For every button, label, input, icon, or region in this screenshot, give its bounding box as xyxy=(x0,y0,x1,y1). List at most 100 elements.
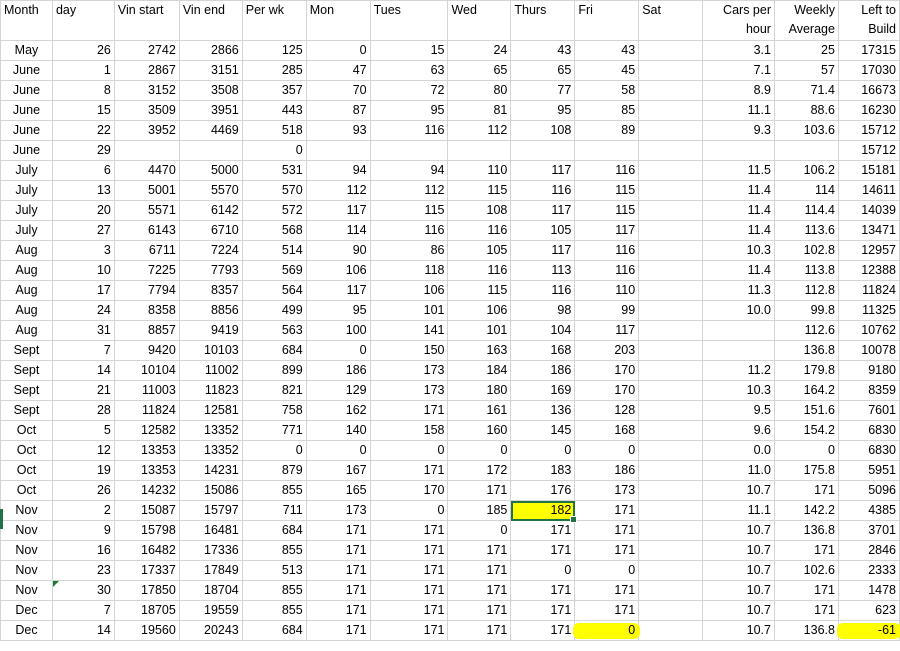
cell-day[interactable]: 23 xyxy=(51,560,115,581)
cell-tues[interactable]: 173 xyxy=(369,380,449,401)
fill-handle[interactable] xyxy=(570,516,578,523)
cell-month[interactable]: June xyxy=(0,140,53,161)
cell-vin-start[interactable]: 19560 xyxy=(113,620,180,641)
cell-cars-per-hour[interactable]: 10.7 xyxy=(702,580,775,601)
cell-month[interactable]: Aug xyxy=(0,260,53,281)
cell-wed[interactable]: 171 xyxy=(447,580,512,601)
cell-mon[interactable]: 165 xyxy=(305,480,371,501)
cell-vin-start[interactable]: 9420 xyxy=(113,340,180,361)
cell-thurs[interactable]: 117 xyxy=(510,200,576,221)
cell-mon[interactable]: 117 xyxy=(305,280,371,301)
cell-weekly-average[interactable]: 154.2 xyxy=(773,420,839,441)
cell-weekly-average[interactable]: 71.4 xyxy=(773,80,839,101)
cell-vin-end[interactable]: 7224 xyxy=(178,240,243,261)
cell-day[interactable]: 2 xyxy=(51,500,115,521)
cell-sat[interactable] xyxy=(638,60,704,81)
cell-thurs[interactable]: 171 xyxy=(510,580,576,601)
cell-cars-per-hour[interactable]: 9.3 xyxy=(702,120,775,141)
cell-mon[interactable]: 47 xyxy=(305,60,371,81)
cell-cars-per-hour[interactable]: 11.4 xyxy=(702,200,775,221)
cell-sat[interactable] xyxy=(638,220,704,241)
cell-cars-per-hour[interactable]: 11.4 xyxy=(702,260,775,281)
cell-month[interactable]: Nov xyxy=(0,560,53,581)
cell-per-wk[interactable]: 0 xyxy=(241,140,307,161)
cell-vin-start[interactable]: 4470 xyxy=(113,160,180,181)
cell-fri[interactable]: 45 xyxy=(574,60,640,81)
cell-vin-end[interactable]: 4469 xyxy=(178,120,243,141)
cell-thurs[interactable]: 108 xyxy=(510,120,576,141)
cell-sat[interactable] xyxy=(638,80,704,101)
cell-sat[interactable] xyxy=(638,420,704,441)
cell-tues[interactable]: 0 xyxy=(369,500,449,521)
cell-per-wk[interactable]: 568 xyxy=(241,220,307,241)
cell-day[interactable]: 6 xyxy=(51,160,115,181)
cell-month[interactable]: Nov xyxy=(0,540,53,561)
cell-cars-per-hour[interactable]: 10.7 xyxy=(702,560,775,581)
header-cell-vin-start[interactable]: Vin start xyxy=(113,0,180,41)
cell-vin-start[interactable]: 5001 xyxy=(113,180,180,201)
cell-sat[interactable] xyxy=(638,360,704,381)
cell-per-wk[interactable]: 855 xyxy=(241,580,307,601)
cell-tues[interactable]: 116 xyxy=(369,220,449,241)
cell-wed[interactable]: 115 xyxy=(447,280,512,301)
cell-vin-start[interactable]: 13353 xyxy=(113,460,180,481)
cell-left-to-build[interactable]: 11824 xyxy=(837,280,900,301)
cell-vin-end[interactable]: 15797 xyxy=(178,500,243,521)
cell-weekly-average[interactable]: 171 xyxy=(773,580,839,601)
cell-sat[interactable] xyxy=(638,240,704,261)
cell-per-wk[interactable]: 711 xyxy=(241,500,307,521)
cell-tues[interactable]: 171 xyxy=(369,460,449,481)
cell-vin-start[interactable]: 16482 xyxy=(113,540,180,561)
cell-per-wk[interactable]: 514 xyxy=(241,240,307,261)
cell-per-wk[interactable]: 0 xyxy=(241,440,307,461)
cell-weekly-average[interactable]: 113.8 xyxy=(773,260,839,281)
cell-vin-end[interactable]: 9419 xyxy=(178,320,243,341)
header-cell-wed[interactable]: Wed xyxy=(447,0,512,41)
cell-month[interactable]: Oct xyxy=(0,480,53,501)
cell-per-wk[interactable]: 443 xyxy=(241,100,307,121)
cell-vin-end[interactable]: 3508 xyxy=(178,80,243,101)
cell-per-wk[interactable]: 855 xyxy=(241,540,307,561)
cell-fri[interactable]: 168 xyxy=(574,420,640,441)
cell-left-to-build[interactable]: 4385 xyxy=(837,500,900,521)
cell-sat[interactable] xyxy=(638,580,704,601)
cell-month[interactable]: Aug xyxy=(0,280,53,301)
cell-month[interactable]: Aug xyxy=(0,240,53,261)
cell-wed[interactable]: 116 xyxy=(447,260,512,281)
cell-thurs[interactable]: 186 xyxy=(510,360,576,381)
cell-per-wk[interactable]: 879 xyxy=(241,460,307,481)
header-cell-month[interactable]: Month xyxy=(0,0,53,41)
cell-tues[interactable] xyxy=(369,140,449,161)
cell-month[interactable]: June xyxy=(0,60,53,81)
cell-month[interactable]: Sept xyxy=(0,340,53,361)
cell-vin-end[interactable]: 17336 xyxy=(178,540,243,561)
cell-wed[interactable]: 80 xyxy=(447,80,512,101)
cell-weekly-average[interactable]: 25 xyxy=(773,40,839,61)
cell-vin-start[interactable]: 10104 xyxy=(113,360,180,381)
cell-left-to-build[interactable]: 12957 xyxy=(837,240,900,261)
cell-month[interactable]: June xyxy=(0,120,53,141)
cell-vin-end[interactable]: 16481 xyxy=(178,520,243,541)
cell-cars-per-hour[interactable]: 10.0 xyxy=(702,300,775,321)
cell-day[interactable]: 26 xyxy=(51,480,115,501)
cell-wed[interactable]: 171 xyxy=(447,600,512,621)
cell-vin-end[interactable]: 3151 xyxy=(178,60,243,81)
cell-cars-per-hour[interactable]: 11.0 xyxy=(702,460,775,481)
cell-weekly-average[interactable]: 171 xyxy=(773,540,839,561)
cell-vin-end[interactable]: 17849 xyxy=(178,560,243,581)
cell-fri[interactable]: 171 xyxy=(574,520,640,541)
cell-fri[interactable]: 128 xyxy=(574,400,640,421)
cell-tues[interactable]: 112 xyxy=(369,180,449,201)
header-cell-left-to-build[interactable]: Left to Build xyxy=(837,0,900,41)
cell-mon[interactable]: 186 xyxy=(305,360,371,381)
cell-thurs[interactable]: 116 xyxy=(510,180,576,201)
cell-left-to-build[interactable]: 5951 xyxy=(837,460,900,481)
cell-left-to-build[interactable]: 14039 xyxy=(837,200,900,221)
cell-sat[interactable] xyxy=(638,620,704,641)
cell-wed[interactable] xyxy=(447,140,512,161)
cell-vin-end[interactable]: 15086 xyxy=(178,480,243,501)
cell-vin-start[interactable] xyxy=(113,140,180,161)
cell-weekly-average[interactable]: 102.6 xyxy=(773,560,839,581)
cell-fri[interactable] xyxy=(574,140,640,161)
cell-mon[interactable]: 167 xyxy=(305,460,371,481)
